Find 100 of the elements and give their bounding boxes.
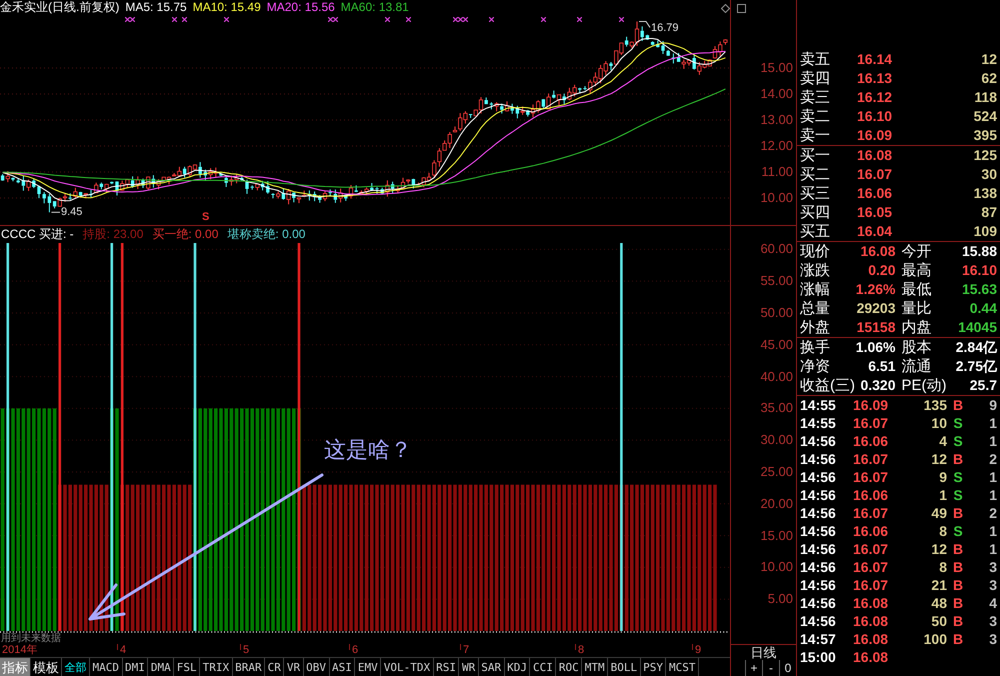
trade-time: 14:56 bbox=[799, 486, 837, 504]
quote-label: 股本 bbox=[902, 338, 932, 357]
mode-button[interactable]: 指标 bbox=[0, 658, 31, 676]
quote-value: 25.7 bbox=[970, 376, 997, 395]
legend-label: 买一绝: 0.00 bbox=[152, 227, 218, 242]
trade-side: S bbox=[952, 486, 964, 504]
indicator-tab[interactable]: TRIX bbox=[200, 658, 233, 676]
diamond-icon[interactable] bbox=[721, 4, 730, 13]
quote-label: 收益(三) bbox=[800, 376, 855, 395]
quote-value: 15.63 bbox=[962, 280, 997, 299]
cross-mark-icon bbox=[182, 17, 188, 22]
trade-side: S bbox=[952, 522, 964, 540]
quote-value: 1.26% bbox=[856, 280, 896, 299]
trade-price: 16.08 bbox=[853, 612, 890, 630]
axis-label: 13.00 bbox=[760, 112, 793, 128]
quote-label: 现价 bbox=[800, 242, 830, 261]
trade-count: 1 bbox=[988, 468, 998, 486]
order-price: 16.06 bbox=[857, 184, 894, 203]
trade-count: 3 bbox=[988, 612, 998, 630]
trade-count: 2 bbox=[988, 450, 998, 468]
quote-label: 涨幅 bbox=[800, 280, 830, 299]
order-volume: 118 bbox=[973, 88, 998, 107]
price-label: 16.79 bbox=[651, 22, 679, 36]
order-price: 16.04 bbox=[857, 222, 894, 241]
quote-value: 16.10 bbox=[962, 261, 997, 280]
axis-label: 12.00 bbox=[760, 138, 793, 154]
trade-volume: 9 bbox=[938, 468, 947, 486]
legend-label: 堪称卖绝: 0.00 bbox=[227, 227, 306, 242]
trade-price: 16.07 bbox=[853, 450, 890, 468]
indicator-tab[interactable]: 全部 bbox=[62, 658, 90, 676]
cross-mark-icon bbox=[384, 17, 390, 22]
order-volume: 395 bbox=[972, 126, 998, 145]
trade-time: 14:55 bbox=[799, 414, 837, 432]
order-level-label: 卖一 bbox=[799, 126, 831, 145]
trade-side: B bbox=[952, 576, 964, 594]
quote-value: 0.320 bbox=[860, 376, 896, 395]
quote-label: 量比 bbox=[902, 299, 932, 318]
indicator-tab[interactable]: ASI bbox=[330, 658, 356, 676]
cross-mark-icon bbox=[172, 17, 177, 22]
ma-value: MA20: 15.56 bbox=[266, 0, 335, 15]
date-label: 5 bbox=[243, 644, 250, 657]
square-icon[interactable] bbox=[737, 4, 746, 13]
indicator-tab[interactable]: RSI bbox=[434, 658, 460, 676]
order-level-label: 卖四 bbox=[799, 69, 831, 88]
order-level-label: 买二 bbox=[799, 165, 831, 184]
trade-price: 16.06 bbox=[853, 432, 890, 450]
stock-title: 金禾实业(日线.前复权) bbox=[0, 0, 120, 15]
indicator-tab[interactable]: MCST bbox=[666, 658, 699, 676]
trade-volume: 50 bbox=[930, 612, 947, 630]
axis-label: 35.00 bbox=[760, 400, 793, 416]
indicator-tab[interactable]: KDJ bbox=[504, 658, 530, 676]
note-text: 用到未来数据 bbox=[1, 633, 61, 644]
axis-label: 45.00 bbox=[760, 336, 793, 353]
indicator-tab[interactable]: MTM bbox=[582, 658, 608, 676]
trade-price: 16.07 bbox=[853, 504, 890, 522]
indicator-tab[interactable]: DMI bbox=[122, 658, 148, 676]
annotation-text: 这是啥？ bbox=[324, 437, 412, 465]
order-volume: 12 bbox=[980, 50, 998, 69]
indicator-tab[interactable]: WR bbox=[459, 658, 479, 676]
trade-side: B bbox=[952, 504, 964, 522]
indicator-tab[interactable]: VOL-TDX bbox=[381, 658, 434, 676]
trade-side: B bbox=[952, 630, 964, 648]
quote-value: 14045 bbox=[958, 318, 997, 337]
cross-mark-icon bbox=[540, 17, 546, 22]
trade-price: 16.07 bbox=[853, 540, 890, 558]
indicator-tab[interactable]: MACD bbox=[90, 658, 122, 676]
trade-count: 3 bbox=[988, 576, 998, 594]
ma-value: MA60: 13.81 bbox=[340, 0, 409, 15]
axis-label: 30.00 bbox=[760, 432, 793, 448]
quote-value: 2.75亿 bbox=[956, 357, 997, 376]
trade-price: 16.07 bbox=[853, 468, 890, 486]
indicator-tab[interactable]: VR bbox=[284, 658, 304, 676]
date-label: 2014年 bbox=[2, 644, 38, 657]
quote-value: 0.44 bbox=[970, 299, 997, 318]
order-price: 16.10 bbox=[857, 107, 894, 126]
trade-count: 1 bbox=[988, 414, 998, 432]
trade-count: 3 bbox=[988, 630, 998, 648]
axis-label: 5.00 bbox=[768, 591, 793, 608]
order-level-label: 买五 bbox=[799, 222, 831, 241]
signal-label: S bbox=[202, 211, 210, 224]
quote-label: 外盘 bbox=[800, 318, 830, 337]
trade-price: 16.09 bbox=[853, 396, 890, 414]
order-level-label: 买三 bbox=[799, 184, 831, 203]
quote-label: 最高 bbox=[902, 261, 932, 280]
axis-label: 10.00 bbox=[760, 190, 793, 206]
trade-volume: 21 bbox=[930, 576, 947, 594]
trade-side: B bbox=[952, 450, 964, 468]
order-price: 16.08 bbox=[857, 146, 894, 165]
trade-count: 1 bbox=[988, 522, 998, 540]
indicator-tab[interactable]: OBV bbox=[304, 658, 330, 676]
trade-price: 16.07 bbox=[853, 576, 890, 594]
trade-time: 14:56 bbox=[799, 468, 837, 486]
order-volume: 30 bbox=[980, 165, 998, 184]
trade-side: S bbox=[952, 468, 964, 486]
indicator-tab[interactable]: CR bbox=[265, 658, 284, 676]
trade-volume: 8 bbox=[938, 522, 947, 540]
trade-side: B bbox=[952, 396, 964, 414]
mode-button[interactable]: 模板 bbox=[31, 658, 62, 676]
trade-count: 2 bbox=[988, 504, 998, 522]
axis-label: 15.00 bbox=[760, 528, 793, 544]
